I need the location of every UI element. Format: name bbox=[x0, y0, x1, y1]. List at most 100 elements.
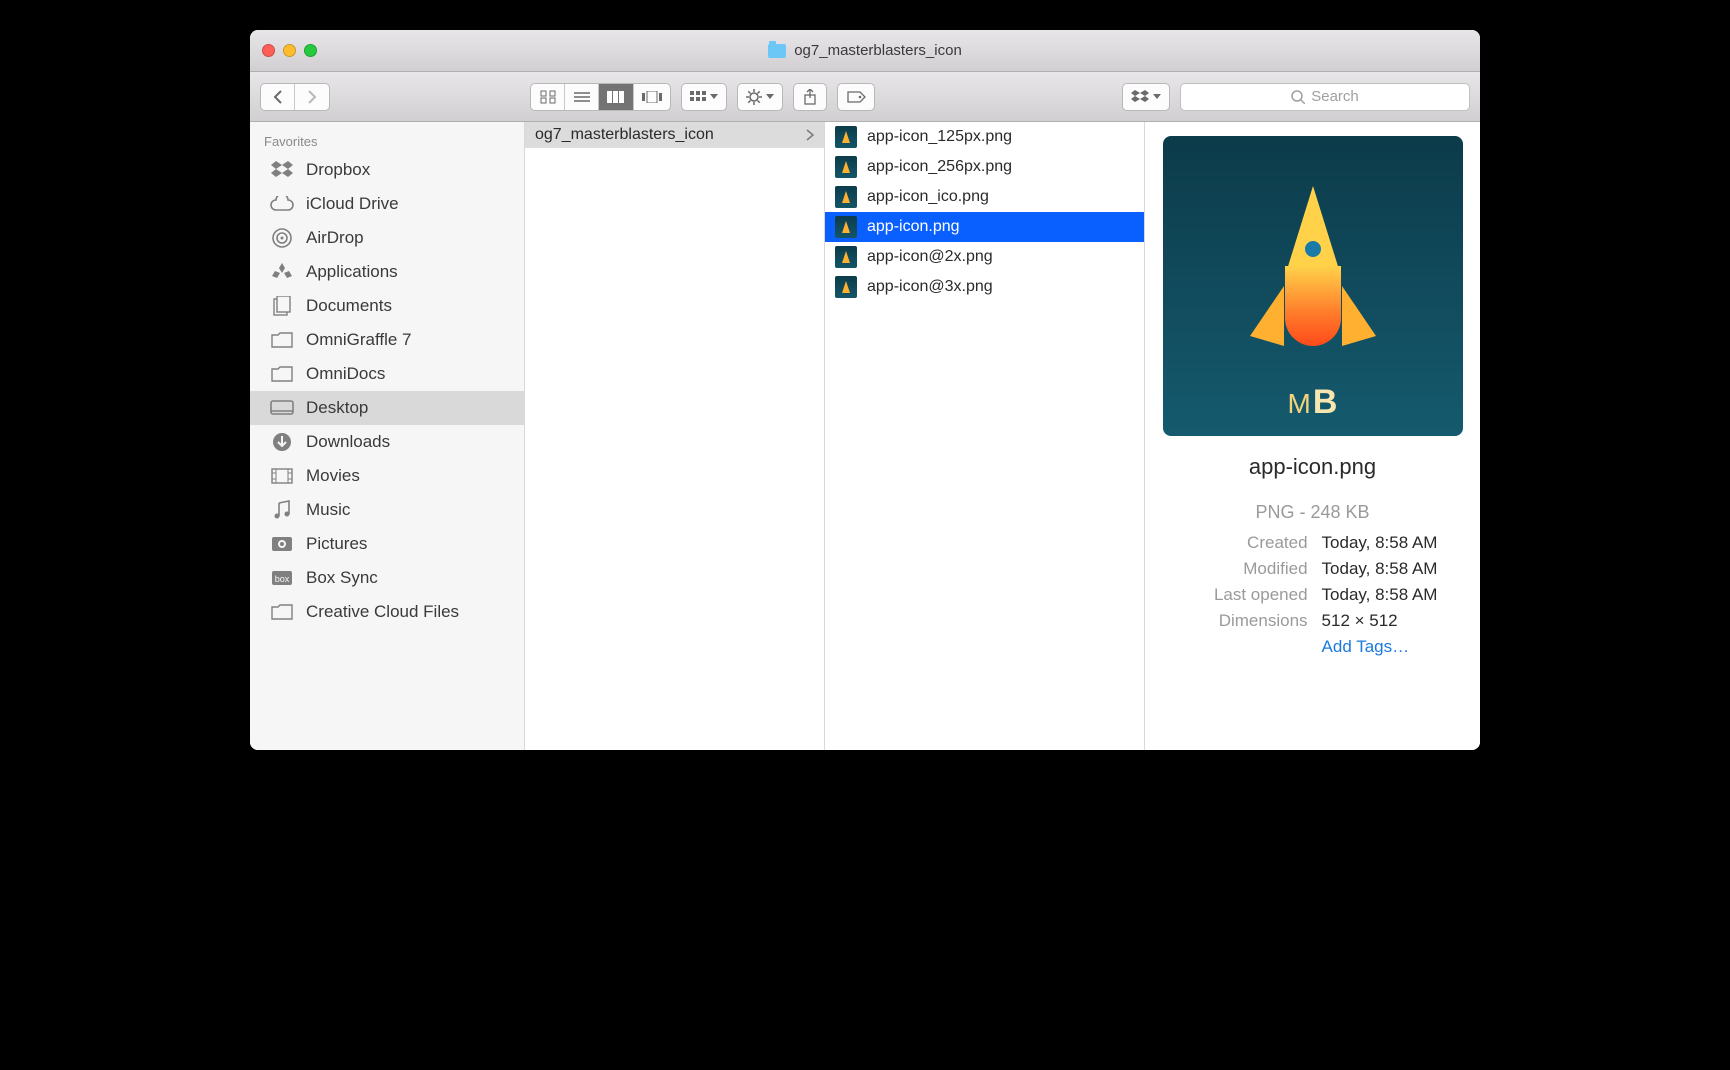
sidebar-item-label: OmniDocs bbox=[306, 364, 385, 384]
list-view-button[interactable] bbox=[565, 84, 599, 110]
modified-value: Today, 8:58 AM bbox=[1322, 559, 1438, 579]
file-thumbnail-icon bbox=[835, 186, 857, 208]
back-button[interactable] bbox=[261, 84, 295, 110]
sidebar-item-documents[interactable]: Documents bbox=[250, 289, 524, 323]
sidebar-item-desktop[interactable]: Desktop bbox=[250, 391, 524, 425]
file-row[interactable]: app-icon.png bbox=[825, 212, 1144, 242]
finder-body: Favorites Dropbox iCloud Drive AirDrop Appl… bbox=[250, 122, 1480, 750]
icon-view-button[interactable] bbox=[531, 84, 565, 110]
doc-icon bbox=[270, 296, 294, 316]
toolbar: Search bbox=[250, 72, 1480, 122]
file-label: app-icon_ico.png bbox=[867, 188, 989, 206]
tags-button[interactable] bbox=[837, 83, 875, 111]
file-row[interactable]: app-icon@2x.png bbox=[825, 242, 1144, 272]
view-mode-buttons bbox=[530, 83, 671, 111]
preview-type-size: PNG - 248 KB bbox=[1255, 502, 1369, 523]
desktop-icon bbox=[270, 398, 294, 418]
file-row[interactable]: app-icon@3x.png bbox=[825, 272, 1144, 302]
column-view-button[interactable] bbox=[599, 84, 634, 110]
sidebar-item-pictures[interactable]: Pictures bbox=[250, 527, 524, 561]
nav-buttons bbox=[260, 83, 330, 111]
dropbox-toolbar-button[interactable] bbox=[1122, 83, 1170, 111]
file-label: app-icon.png bbox=[867, 218, 960, 236]
sidebar-item-label: Documents bbox=[306, 296, 392, 316]
search-field[interactable]: Search bbox=[1180, 83, 1470, 111]
sidebar-item-label: Desktop bbox=[306, 398, 368, 418]
folder-label: og7_masterblasters_icon bbox=[535, 126, 714, 144]
sidebar: Favorites Dropbox iCloud Drive AirDrop Appl… bbox=[250, 122, 525, 750]
folder-icon bbox=[270, 364, 294, 384]
sidebar-item-music[interactable]: Music bbox=[250, 493, 524, 527]
zoom-window-button[interactable] bbox=[304, 44, 317, 57]
column-1: og7_masterblasters_icon bbox=[525, 122, 825, 750]
created-value: Today, 8:58 AM bbox=[1322, 533, 1438, 553]
file-thumbnail-icon bbox=[835, 156, 857, 178]
sidebar-item-label: iCloud Drive bbox=[306, 194, 399, 214]
add-tags-button[interactable]: Add Tags… bbox=[1322, 637, 1438, 657]
sidebar-item-omnigraffle-7[interactable]: OmniGraffle 7 bbox=[250, 323, 524, 357]
modified-label: Modified bbox=[1188, 559, 1308, 579]
file-thumbnail-icon bbox=[835, 246, 857, 268]
sidebar-item-downloads[interactable]: Downloads bbox=[250, 425, 524, 459]
sidebar-header: Favorites bbox=[250, 128, 524, 153]
movie-icon bbox=[270, 466, 294, 486]
sidebar-item-label: OmniGraffle 7 bbox=[306, 330, 412, 350]
file-thumbnail-icon bbox=[835, 126, 857, 148]
mb-label: MB bbox=[1288, 383, 1338, 422]
forward-button[interactable] bbox=[295, 84, 329, 110]
window-title: og7_masterblasters_icon bbox=[768, 42, 962, 59]
sidebar-item-label: Pictures bbox=[306, 534, 367, 554]
file-row[interactable]: app-icon_256px.png bbox=[825, 152, 1144, 182]
window-title-text: og7_masterblasters_icon bbox=[794, 42, 962, 59]
sidebar-item-creative-cloud-files[interactable]: Creative Cloud Files bbox=[250, 595, 524, 629]
sidebar-item-label: AirDrop bbox=[306, 228, 364, 248]
picture-icon bbox=[270, 534, 294, 554]
file-row[interactable]: app-icon_ico.png bbox=[825, 182, 1144, 212]
minimize-window-button[interactable] bbox=[283, 44, 296, 57]
file-thumbnail-icon bbox=[835, 276, 857, 298]
preview-metadata: Created Today, 8:58 AM Modified Today, 8… bbox=[1188, 533, 1438, 657]
sidebar-item-movies[interactable]: Movies bbox=[250, 459, 524, 493]
preview-filename: app-icon.png bbox=[1249, 454, 1376, 480]
sidebar-item-label: Music bbox=[306, 500, 350, 520]
file-label: app-icon_256px.png bbox=[867, 158, 1012, 176]
created-label: Created bbox=[1188, 533, 1308, 553]
sidebar-item-label: Dropbox bbox=[306, 160, 370, 180]
box-icon: box bbox=[270, 568, 294, 588]
sidebar-item-box-sync[interactable]: boxBox Sync bbox=[250, 561, 524, 595]
sidebar-item-label: Applications bbox=[306, 262, 398, 282]
folder-icon bbox=[270, 330, 294, 350]
search-icon bbox=[1291, 90, 1305, 104]
action-button[interactable] bbox=[737, 83, 783, 111]
airdrop-icon bbox=[270, 228, 294, 248]
sidebar-item-label: Downloads bbox=[306, 432, 390, 452]
search-placeholder: Search bbox=[1311, 88, 1359, 105]
arrange-button[interactable] bbox=[681, 83, 727, 111]
chevron-right-icon bbox=[806, 129, 814, 141]
svg-text:box: box bbox=[275, 574, 290, 584]
file-row[interactable]: app-icon_125px.png bbox=[825, 122, 1144, 152]
sidebar-item-airdrop[interactable]: AirDrop bbox=[250, 221, 524, 255]
dropbox-icon bbox=[270, 160, 294, 180]
app-icon bbox=[270, 262, 294, 282]
preview-pane: MB app-icon.png PNG - 248 KB Created Tod… bbox=[1145, 122, 1480, 750]
sidebar-item-dropbox[interactable]: Dropbox bbox=[250, 153, 524, 187]
titlebar: og7_masterblasters_icon bbox=[250, 30, 1480, 72]
download-icon bbox=[270, 432, 294, 452]
sidebar-item-label: Movies bbox=[306, 466, 360, 486]
rocket-icon bbox=[1278, 186, 1348, 386]
column-view: og7_masterblasters_icon app-icon_125px.p… bbox=[525, 122, 1480, 750]
dimensions-label: Dimensions bbox=[1188, 611, 1308, 631]
close-window-button[interactable] bbox=[262, 44, 275, 57]
share-button[interactable] bbox=[793, 83, 827, 111]
coverflow-view-button[interactable] bbox=[634, 84, 670, 110]
file-label: app-icon@2x.png bbox=[867, 248, 993, 266]
opened-label: Last opened bbox=[1188, 585, 1308, 605]
folder-row[interactable]: og7_masterblasters_icon bbox=[525, 122, 824, 148]
preview-image: MB bbox=[1163, 136, 1463, 436]
sidebar-item-icloud-drive[interactable]: iCloud Drive bbox=[250, 187, 524, 221]
file-label: app-icon_125px.png bbox=[867, 128, 1012, 146]
sidebar-item-omnidocs[interactable]: OmniDocs bbox=[250, 357, 524, 391]
column-2: app-icon_125px.png app-icon_256px.png app-… bbox=[825, 122, 1145, 750]
sidebar-item-applications[interactable]: Applications bbox=[250, 255, 524, 289]
